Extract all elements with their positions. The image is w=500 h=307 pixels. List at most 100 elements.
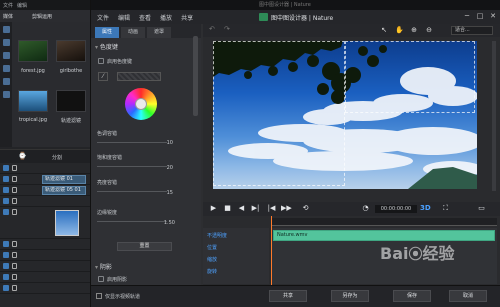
color-swatch[interactable] bbox=[117, 72, 161, 81]
track-enable-checkbox[interactable] bbox=[3, 263, 9, 269]
media-tool-icon[interactable] bbox=[2, 26, 10, 33]
tab-properties[interactable]: 属性 bbox=[95, 27, 120, 38]
hand-icon[interactable]: ✋ bbox=[395, 26, 404, 34]
lock-icon[interactable] bbox=[12, 274, 17, 280]
settings-tabbar: 属性 动画 遮罩 bbox=[91, 24, 201, 38]
enable-shadow-checkbox[interactable] bbox=[98, 276, 104, 282]
playhead[interactable] bbox=[271, 216, 272, 285]
track-enable-checkbox[interactable] bbox=[3, 285, 9, 291]
lock-icon[interactable] bbox=[12, 252, 17, 258]
menu-play[interactable]: 播放 bbox=[160, 13, 172, 22]
lock-icon[interactable] bbox=[12, 187, 17, 193]
media-thumb-forest[interactable] bbox=[18, 40, 48, 62]
track-enable-checkbox[interactable] bbox=[3, 198, 9, 204]
preview-scrollbar[interactable] bbox=[492, 41, 496, 191]
track-enable-checkbox[interactable] bbox=[3, 187, 9, 193]
rewind-icon[interactable]: |◀ bbox=[267, 204, 276, 213]
lock-icon[interactable] bbox=[12, 198, 17, 204]
menu-edit[interactable]: 编辑 bbox=[118, 13, 130, 22]
fx-tool-icon[interactable] bbox=[2, 39, 10, 46]
next-frame-icon[interactable]: ▶| bbox=[251, 204, 260, 213]
keyframe-ruler[interactable] bbox=[271, 218, 497, 226]
transition-tool-icon[interactable] bbox=[2, 78, 10, 85]
volume-icon[interactable]: ◔ bbox=[361, 204, 370, 213]
track-enable-checkbox[interactable] bbox=[3, 165, 9, 171]
menu-file[interactable]: 文件 bbox=[97, 13, 109, 22]
keyframe-label[interactable]: 不透明度 bbox=[207, 232, 227, 239]
video-preview[interactable] bbox=[213, 41, 477, 189]
timeline-clip[interactable]: 轨迹滤镜 01 bbox=[42, 175, 86, 184]
play-icon[interactable]: ▶ bbox=[209, 204, 218, 213]
undo-icon[interactable]: ↶ bbox=[209, 26, 216, 33]
dialog-title: 图中图设计器 | Nature bbox=[271, 14, 334, 22]
maximize-icon[interactable]: □ bbox=[476, 12, 484, 20]
title-tool-icon[interactable] bbox=[2, 65, 10, 72]
bg-menu-edit[interactable]: 编辑 bbox=[17, 2, 27, 9]
tab-mask[interactable]: 遮罩 bbox=[147, 27, 172, 38]
slider-label-brightness: 亮度容错 bbox=[97, 180, 118, 186]
menu-view[interactable]: 查看 bbox=[139, 13, 151, 22]
stop-icon[interactable]: ■ bbox=[223, 204, 232, 213]
keyframe-label[interactable]: 缩放 bbox=[207, 256, 217, 263]
fit-select[interactable]: 适合... bbox=[451, 26, 493, 35]
media-thumb-girl[interactable] bbox=[56, 40, 86, 62]
pip-tool-icon[interactable] bbox=[2, 52, 10, 59]
enable-chroma-checkbox[interactable] bbox=[98, 58, 104, 64]
pointer-icon[interactable]: ↖ bbox=[380, 26, 388, 34]
reset-button[interactable]: 重置 bbox=[117, 242, 172, 251]
close-icon[interactable]: ✕ bbox=[489, 12, 497, 20]
media-thumb-track[interactable] bbox=[56, 90, 86, 112]
redo-icon[interactable]: ↷ bbox=[224, 26, 231, 33]
lock-icon[interactable] bbox=[12, 285, 17, 291]
chroma-section-header[interactable]: 色度键 bbox=[95, 42, 118, 51]
tab-animation[interactable]: 动画 bbox=[121, 27, 146, 38]
lock-icon[interactable] bbox=[12, 263, 17, 269]
track-enable-checkbox[interactable] bbox=[3, 274, 9, 280]
track-row bbox=[0, 283, 90, 294]
track-row bbox=[0, 207, 90, 239]
settings-scrollbar[interactable] bbox=[193, 36, 198, 116]
selection-box[interactable] bbox=[345, 41, 475, 113]
3d-toggle[interactable]: 3D bbox=[420, 204, 431, 212]
share-button[interactable]: 共享 bbox=[269, 290, 307, 302]
keyframe-labels: 不透明度 位置 缩放 旋转 bbox=[203, 228, 269, 284]
fast-forward-icon[interactable]: ▶▶ bbox=[281, 204, 292, 213]
track-enable-checkbox[interactable] bbox=[3, 176, 9, 182]
color-wheel[interactable] bbox=[125, 88, 157, 120]
bg-menu-file[interactable]: 文件 bbox=[3, 2, 13, 9]
bg-play-icon[interactable]: ⌚ bbox=[18, 152, 27, 160]
keyframe-label[interactable]: 位置 bbox=[207, 244, 217, 251]
lock-icon[interactable] bbox=[12, 176, 17, 182]
split-label[interactable]: 分割 bbox=[52, 154, 62, 161]
eyedropper-icon[interactable]: ⁄ bbox=[98, 72, 108, 81]
prev-frame-icon[interactable]: ◀ bbox=[237, 204, 246, 213]
media-thumb-tropical[interactable] bbox=[18, 90, 48, 112]
audio-tool-icon[interactable] bbox=[2, 91, 10, 98]
preview-toolbar: ↶ ↷ ↖ ✋ ⊕ ⊖ 适合... bbox=[203, 24, 500, 37]
track-enable-checkbox[interactable] bbox=[3, 241, 9, 247]
video-only-checkbox[interactable] bbox=[96, 293, 102, 299]
slider-value-saturation: 20 bbox=[166, 165, 173, 171]
selection-box[interactable] bbox=[213, 41, 345, 186]
clip-thumbnail[interactable] bbox=[55, 210, 79, 236]
save-as-button[interactable]: 另存为 bbox=[331, 290, 369, 302]
minimize-icon[interactable]: ─ bbox=[463, 12, 471, 20]
bg-tab-0[interactable]: 媒体 bbox=[3, 13, 13, 20]
zoom-in-icon[interactable]: ⊕ bbox=[410, 26, 418, 34]
lock-icon[interactable] bbox=[12, 165, 17, 171]
track-enable-checkbox[interactable] bbox=[3, 252, 9, 258]
timeline-clip[interactable]: 轨迹滤镜 05 01 bbox=[42, 186, 86, 195]
keyframe-label[interactable]: 旋转 bbox=[207, 268, 217, 275]
bg-tab-1[interactable]: 剪辑运用 bbox=[32, 13, 52, 20]
lock-icon[interactable] bbox=[12, 241, 17, 247]
shadow-section-header[interactable]: 阴影 bbox=[95, 262, 112, 271]
zoom-out-icon[interactable]: ⊖ bbox=[425, 26, 433, 34]
save-button[interactable]: 保存 bbox=[393, 290, 431, 302]
menu-share[interactable]: 共享 bbox=[181, 13, 193, 22]
output-monitor-icon[interactable]: ▭ bbox=[477, 204, 486, 213]
fullscreen-icon[interactable]: ⛶ bbox=[441, 204, 450, 213]
lock-icon[interactable] bbox=[12, 209, 17, 215]
cancel-button[interactable]: 取消 bbox=[449, 290, 487, 302]
track-enable-checkbox[interactable] bbox=[3, 209, 9, 215]
repeat-icon[interactable]: ⟲ bbox=[301, 204, 310, 213]
